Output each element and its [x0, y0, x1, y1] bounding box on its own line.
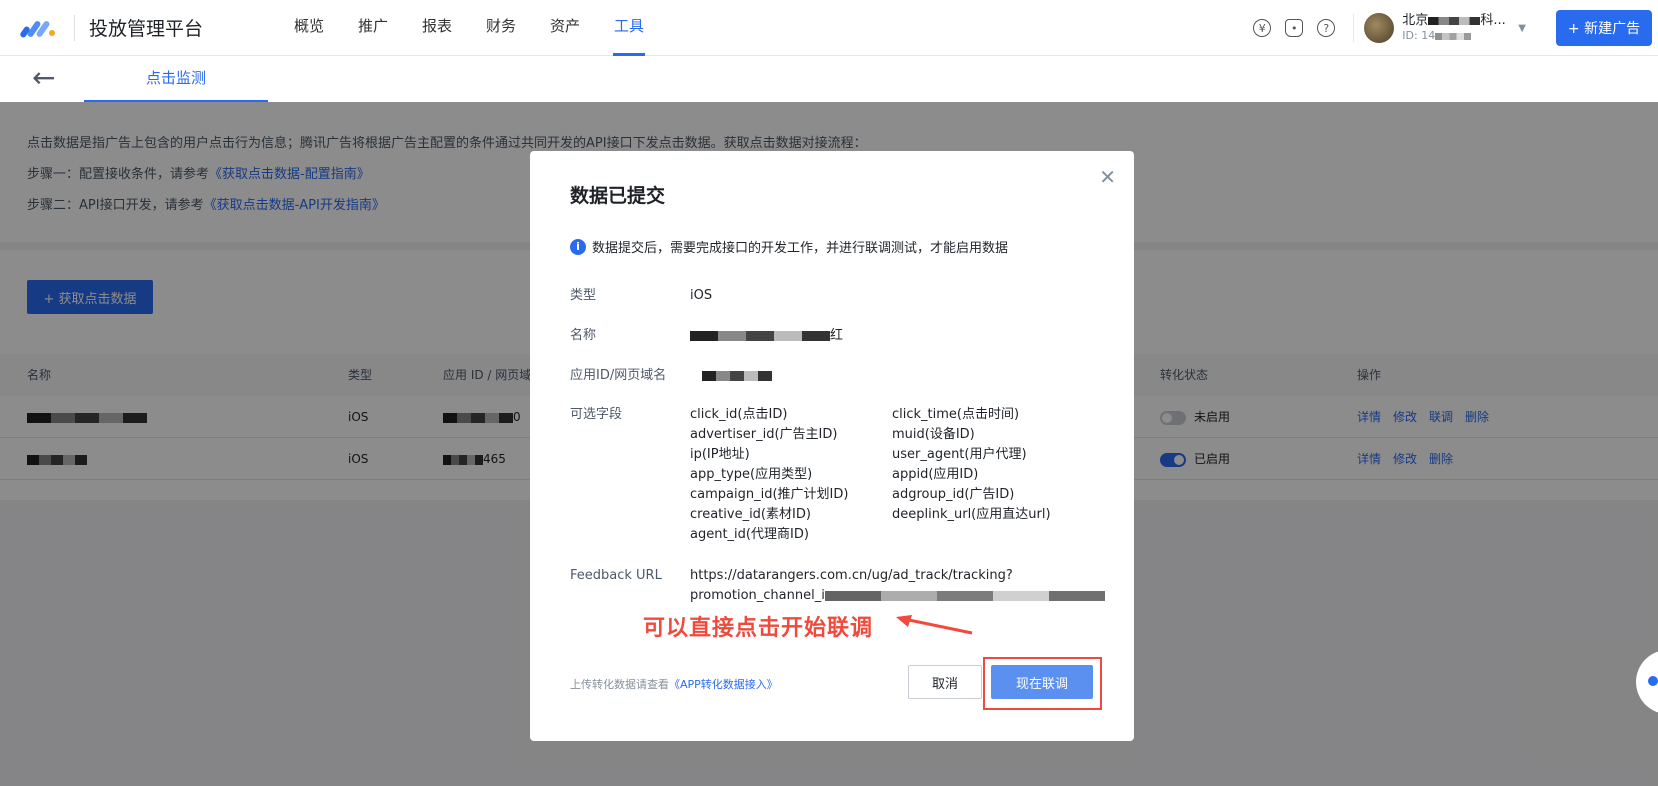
logo-divider: [74, 14, 75, 41]
redacted-block: [824, 590, 1105, 601]
field-item: creative_id(素材ID): [690, 507, 811, 522]
top-nav-bar: 投放管理平台 概览 推广 报表 财务 资产 工具 ¥ • ? 北京 科... ID…: [0, 0, 1658, 56]
foot-note: 上传转化数据请查看《APP转化数据接入》: [570, 676, 778, 692]
nav-finance[interactable]: 财务: [469, 0, 533, 56]
annotation-text: 可以直接点击开始联调: [643, 616, 874, 641]
name-value: 红: [690, 326, 1110, 346]
field-item: agent_id(代理商ID): [690, 527, 809, 542]
feedback-url: https://datarangers.com.cn/ug/ad_track/t…: [690, 566, 1110, 606]
main-nav: 概览 推广 报表 财务 资产 工具: [277, 0, 661, 56]
nav-reports[interactable]: 报表: [405, 0, 469, 56]
notice-text: 数据提交后，需要完成接口的开发工作，并进行联调测试，才能启用数据: [592, 241, 1009, 256]
field-item: campaign_id(推广计划ID): [690, 487, 849, 502]
nav-promotion[interactable]: 推广: [341, 0, 405, 56]
yuan-icon[interactable]: ¥: [1253, 19, 1272, 37]
dialog-title: 数据已提交: [570, 185, 666, 207]
tab-click-monitoring[interactable]: 点击监测: [84, 56, 268, 102]
chevron-down-icon[interactable]: ▼: [1518, 23, 1526, 34]
field-item: advertiser_id(广告主ID): [690, 427, 838, 442]
cancel-button[interactable]: 取消: [908, 665, 982, 699]
help-icon[interactable]: ?: [1317, 19, 1336, 37]
annotation-arrow-icon: [896, 615, 973, 635]
account-name: 北京 科...: [1402, 13, 1518, 29]
platform-logo-icon[interactable]: [20, 17, 56, 39]
field-item: muid(设备ID): [892, 427, 975, 442]
arrow-left-icon[interactable]: ←: [32, 64, 55, 92]
redacted-block: [1435, 32, 1472, 40]
field-item: user_agent(用户代理): [892, 447, 1027, 462]
field-item: app_type(应用类型): [690, 467, 813, 482]
nav-tools[interactable]: 工具: [597, 0, 661, 56]
account-info[interactable]: 北京 科... ID: 14: [1402, 13, 1518, 43]
nav-overview[interactable]: 概览: [277, 0, 341, 56]
highlight-box: [983, 657, 1102, 710]
notice-line: i 数据提交后，需要完成接口的开发工作，并进行联调测试，才能启用数据: [570, 237, 1008, 256]
field-item: click_id(点击ID): [690, 407, 788, 422]
account-name-prefix: 北京: [1402, 13, 1429, 28]
account-id-text: ID: 14: [1402, 29, 1436, 42]
feedback-label: Feedback URL: [570, 568, 662, 583]
feedback-url-line2-text: promotion_channel_i: [690, 588, 825, 603]
feedback-url-line2: promotion_channel_i: [690, 586, 1110, 606]
type-value: iOS: [690, 288, 713, 303]
redacted-block: [690, 330, 830, 341]
name-label: 名称: [570, 328, 597, 343]
header-divider: [1353, 14, 1355, 42]
name-value-tail: 红: [830, 328, 844, 343]
bell-icon[interactable]: •: [1285, 19, 1304, 37]
new-ad-button[interactable]: + 新建广告: [1556, 10, 1652, 46]
account-id: ID: 14: [1402, 29, 1518, 43]
app-conversion-link[interactable]: 《APP转化数据接入》: [669, 678, 778, 691]
appid-value: [690, 366, 1110, 386]
redacted-block: [702, 370, 772, 381]
type-label: 类型: [570, 288, 597, 303]
sub-header: ← 点击监测: [0, 56, 1658, 102]
field-item: adgroup_id(广告ID): [892, 487, 1015, 502]
top-right-area: ¥ • ? 北京 科... ID: 14 ▼ + 新建广告: [1253, 0, 1658, 56]
nav-assets[interactable]: 资产: [533, 0, 597, 56]
field-item: ip(IP地址): [690, 447, 750, 462]
field-item: deeplink_url(应用直达url): [892, 507, 1051, 522]
close-icon[interactable]: ✕: [1099, 165, 1116, 189]
avatar[interactable]: [1364, 13, 1395, 43]
foot-note-text: 上传转化数据请查看: [570, 678, 669, 691]
redacted-block: [1428, 16, 1481, 25]
appid-label: 应用ID/网页域名: [570, 368, 667, 383]
fields-list: click_id(点击ID) click_time(点击时间) advertis…: [690, 405, 1110, 545]
field-item: click_time(点击时间): [892, 407, 1020, 422]
account-name-suffix: 科...: [1480, 13, 1506, 28]
feedback-url-line1: https://datarangers.com.cn/ug/ad_track/t…: [690, 568, 1013, 583]
app-title: 投放管理平台: [89, 18, 204, 40]
info-icon: i: [570, 238, 586, 255]
fields-label: 可选字段: [570, 407, 623, 422]
field-item: appid(应用ID): [892, 467, 979, 482]
submitted-dialog: ✕ 数据已提交 i 数据提交后，需要完成接口的开发工作，并进行联调测试，才能启用…: [530, 151, 1134, 741]
